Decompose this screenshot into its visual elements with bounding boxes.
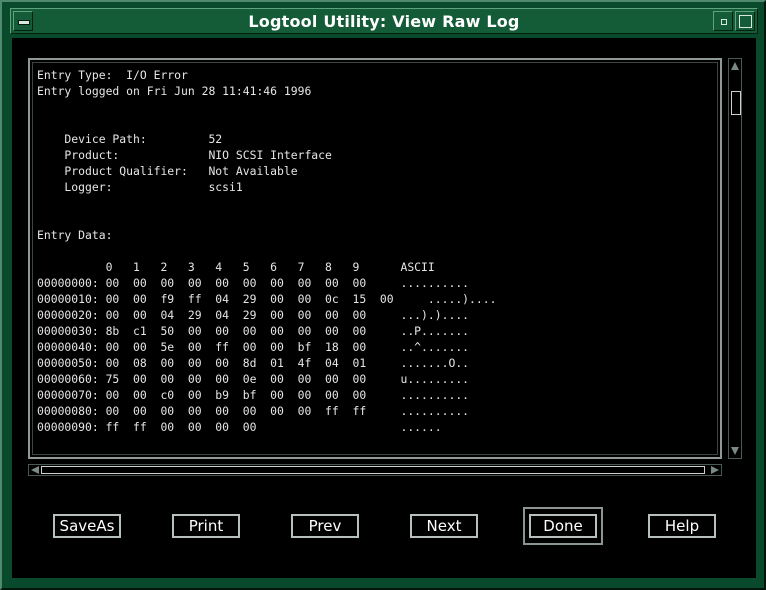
- log-line: 00000070: 00 00 c0 00 b9 bf 00 00 00 00 …: [37, 388, 470, 402]
- log-line: 00000010: 00 00 f9 ff 04 29 00 00 0c 15 …: [37, 292, 497, 306]
- log-line: Product: NIO SCSI Interface: [37, 148, 332, 162]
- maximize-icon: [739, 15, 752, 28]
- dialog-client-area: Entry Type: I/O Error Entry logged on Fri…: [12, 38, 756, 578]
- scroll-up-arrow-icon[interactable]: [731, 62, 739, 70]
- maximize-button[interactable]: [735, 11, 755, 31]
- log-line: Device Path: 52: [37, 132, 223, 146]
- log-line: 0 1 2 3 4 5 6 7 8 9 ASCII: [37, 260, 435, 274]
- horizontal-scroll-thumb[interactable]: [41, 466, 705, 474]
- log-content: Entry Type: I/O Error Entry logged on Fri…: [37, 67, 496, 435]
- log-line: 00000090: ff ff 00 00 00 00 ......: [37, 420, 442, 434]
- log-line: 00000000: 00 00 00 00 00 00 00 00 00 00 …: [37, 276, 470, 290]
- log-line: 00000060: 75 00 00 00 00 0e 00 00 00 00 …: [37, 372, 470, 386]
- logtool-window: Logtool Utility: View Raw Log Entry Type…: [0, 0, 766, 590]
- raw-log-text-area[interactable]: Entry Type: I/O Error Entry logged on Fri…: [28, 58, 722, 459]
- horizontal-scrollbar[interactable]: [28, 464, 722, 476]
- scroll-down-arrow-icon[interactable]: [731, 447, 739, 455]
- saveas-button[interactable]: SaveAs: [53, 514, 121, 538]
- log-line: 00000020: 00 00 04 29 04 29 00 00 00 00 …: [37, 308, 470, 322]
- print-button[interactable]: Print: [172, 514, 240, 538]
- next-button[interactable]: Next: [410, 514, 478, 538]
- scroll-left-arrow-icon[interactable]: [31, 466, 39, 474]
- log-line: Entry Data:: [37, 228, 113, 242]
- log-line: Entry Type: I/O Error: [37, 68, 188, 82]
- log-line: 00000050: 00 08 00 00 00 8d 01 4f 04 01 …: [37, 356, 470, 370]
- vertical-scrollbar[interactable]: [728, 58, 742, 459]
- minimize-icon: [721, 19, 727, 25]
- scroll-right-arrow-icon[interactable]: [711, 466, 719, 474]
- log-line: Logger: scsi1: [37, 180, 243, 194]
- log-line: Product Qualifier: Not Available: [37, 164, 298, 178]
- help-button[interactable]: Help: [648, 514, 716, 538]
- vertical-scroll-thumb[interactable]: [731, 91, 741, 115]
- log-line: Entry logged on Fri Jun 28 11:41:46 1996: [37, 84, 312, 98]
- done-button[interactable]: Done: [529, 514, 597, 538]
- log-line: 00000040: 00 00 5e 00 ff 00 00 bf 18 00 …: [37, 340, 470, 354]
- prev-button[interactable]: Prev: [291, 514, 359, 538]
- log-line: 00000030: 8b c1 50 00 00 00 00 00 00 00 …: [37, 324, 470, 338]
- log-line: 00000080: 00 00 00 00 00 00 00 00 ff ff …: [37, 404, 470, 418]
- minimize-button[interactable]: [713, 11, 733, 31]
- window-title: Logtool Utility: View Raw Log: [248, 12, 520, 31]
- title-bar[interactable]: Logtool Utility: View Raw Log: [10, 8, 758, 34]
